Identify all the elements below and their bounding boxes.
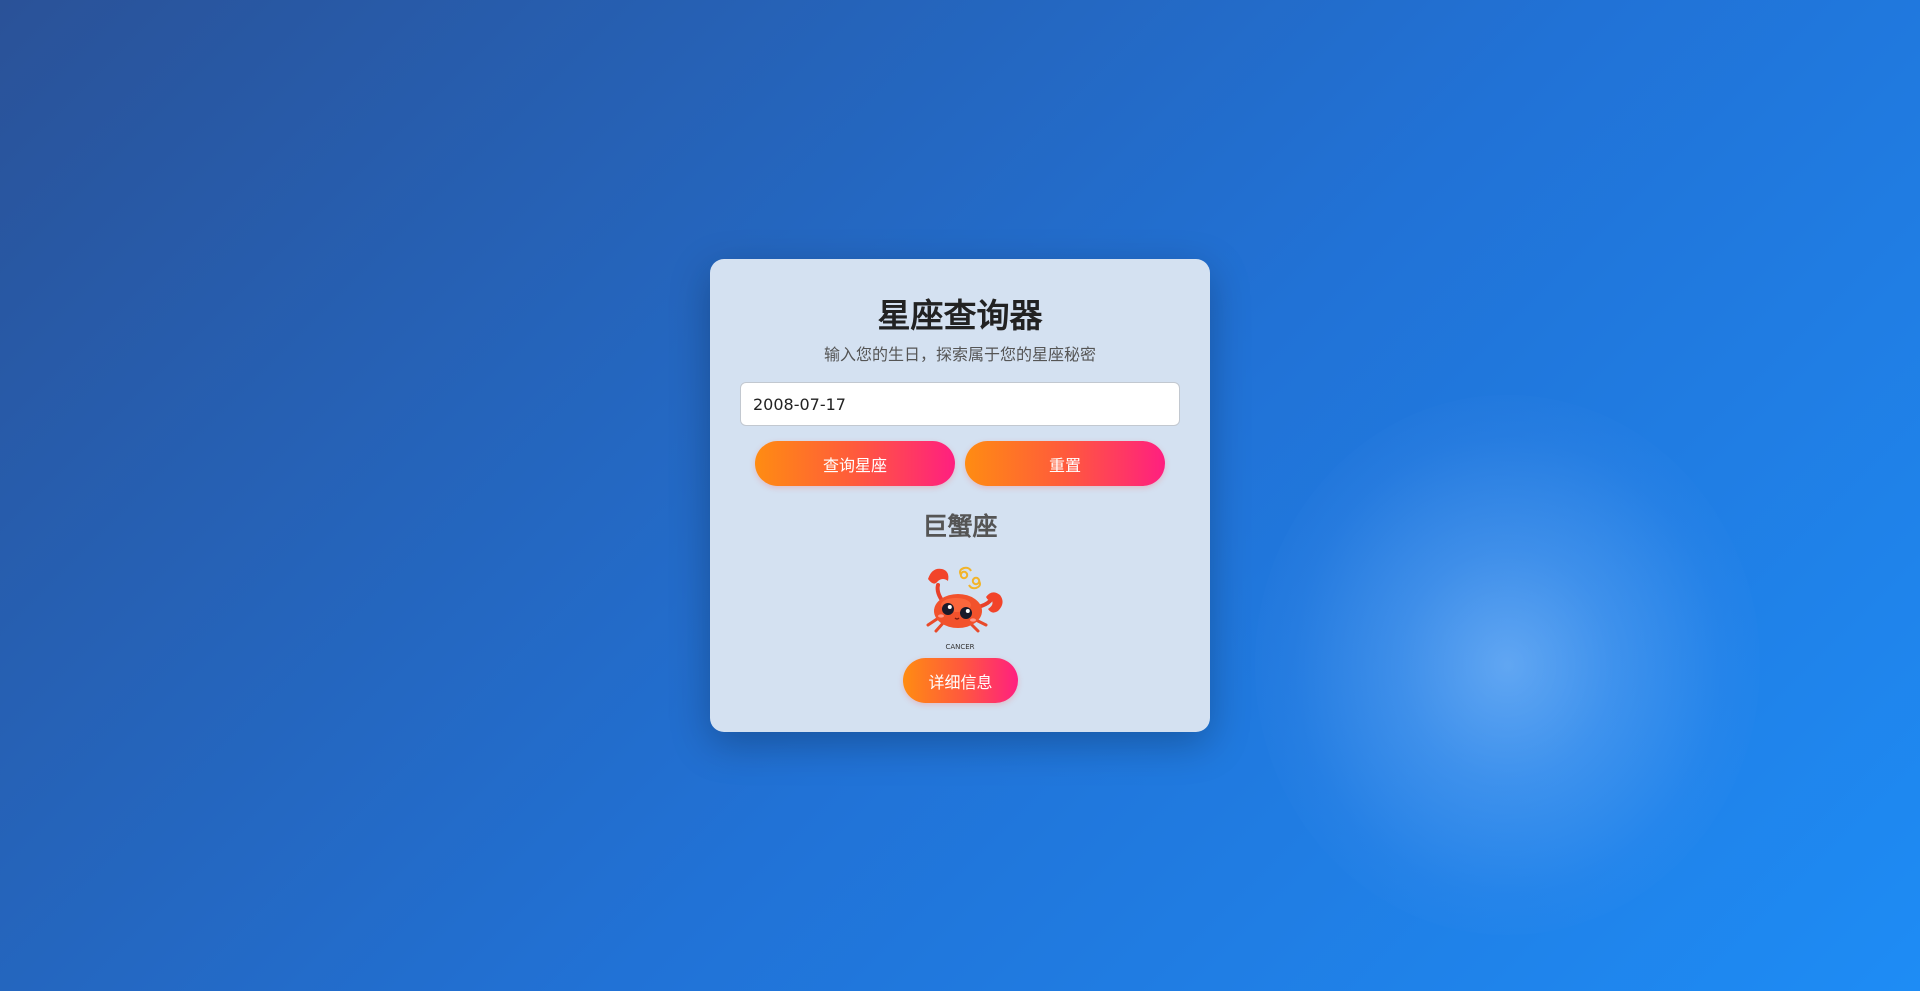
crab-icon: CANCER <box>926 566 1003 651</box>
reset-button[interactable]: 重置 <box>965 441 1165 486</box>
zodiac-card: 星座查询器 输入您的生日，探索属于您的星座秘密 查询星座 重置 巨蟹座 <box>710 259 1210 732</box>
detail-button[interactable]: 详细信息 <box>903 658 1018 703</box>
query-button[interactable]: 查询星座 <box>755 441 955 486</box>
page-subtitle: 输入您的生日，探索属于您的星座秘密 <box>823 345 1096 364</box>
page-title: 星座查询器 <box>877 296 1043 335</box>
zodiac-sign-name: 巨蟹座 <box>922 512 998 541</box>
background-glow <box>1255 395 1760 935</box>
birthday-input[interactable] <box>740 382 1180 426</box>
crab-caption: CANCER <box>945 643 974 651</box>
